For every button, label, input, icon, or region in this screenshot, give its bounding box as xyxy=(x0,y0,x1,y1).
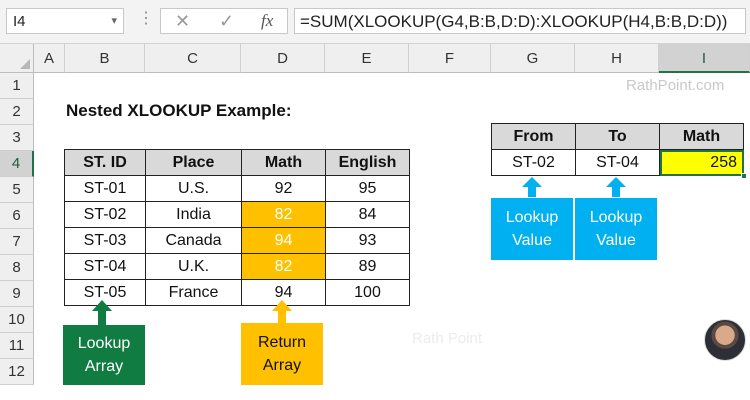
table-header-row: ST. ID Place Math English xyxy=(64,149,410,176)
column-header-d[interactable]: D xyxy=(241,44,325,73)
table-row: ST-05 France 94 100 xyxy=(64,279,410,306)
select-all-icon xyxy=(20,59,30,69)
enter-icon[interactable]: ✓ xyxy=(219,11,234,32)
cancel-icon[interactable]: ✕ xyxy=(175,11,190,32)
up-arrow-icon xyxy=(92,300,112,326)
row-header-6[interactable]: 6 xyxy=(0,203,34,229)
column-header-e[interactable]: E xyxy=(325,44,409,73)
header-lookup-math[interactable]: Math xyxy=(659,123,744,150)
row-header-10[interactable]: 10 xyxy=(0,307,34,333)
cell-to[interactable]: ST-04 xyxy=(575,149,660,176)
cell-math[interactable]: 92 xyxy=(241,175,326,202)
student-table: ST. ID Place Math English ST-01 U.S. 92 … xyxy=(64,149,410,306)
callout-line: Lookup xyxy=(589,209,643,226)
row-header-1[interactable]: 1 xyxy=(0,73,34,99)
row-header-11[interactable]: 11 xyxy=(0,333,34,359)
callout-lookup-array: Lookup Array xyxy=(63,325,145,385)
cell-id[interactable]: ST-03 xyxy=(64,227,146,254)
formula-input[interactable]: =SUM(XLOOKUP(G4,B:B,D:D):XLOOKUP(H4,B:B,… xyxy=(294,8,746,34)
row-header-3[interactable]: 3 xyxy=(0,125,34,151)
column-header-h[interactable]: H xyxy=(575,44,659,73)
cell-place[interactable]: U.S. xyxy=(145,175,242,202)
column-header-i[interactable]: I xyxy=(659,44,750,73)
cell-place[interactable]: India xyxy=(145,201,242,228)
row-header-12[interactable]: 12 xyxy=(0,359,34,385)
up-arrow-icon xyxy=(522,177,542,197)
lookup-header-row: From To Math xyxy=(491,123,744,150)
header-math[interactable]: Math xyxy=(241,149,326,176)
more-options-icon[interactable]: ⋮ xyxy=(138,8,154,28)
column-header-b[interactable]: B xyxy=(65,44,145,73)
callout-line: Lookup xyxy=(505,209,559,226)
column-header-f[interactable]: F xyxy=(409,44,491,73)
insert-function-icon[interactable]: fx xyxy=(261,11,273,31)
callout-line: Value xyxy=(596,232,636,249)
header-english[interactable]: English xyxy=(325,149,410,176)
result-value: 258 xyxy=(710,153,737,171)
header-place[interactable]: Place xyxy=(145,149,242,176)
lookup-table: From To Math ST-02 ST-04 258 xyxy=(491,123,747,179)
name-box-value: I4 xyxy=(13,13,26,30)
callout-lookup-value-from: Lookup Value xyxy=(491,198,573,260)
cell-english[interactable]: 100 xyxy=(325,279,410,306)
column-header-g[interactable]: G xyxy=(491,44,575,73)
header-st-id[interactable]: ST. ID xyxy=(64,149,146,176)
up-arrow-icon xyxy=(606,177,626,197)
row-header-7[interactable]: 7 xyxy=(0,229,34,255)
cell-math-highlighted[interactable]: 82 xyxy=(241,201,326,228)
cell-math-highlighted[interactable]: 82 xyxy=(241,253,326,280)
cell-place[interactable]: U.K. xyxy=(145,253,242,280)
chevron-down-icon[interactable]: ▾ xyxy=(111,14,117,27)
table-row: ST-01 U.S. 92 95 xyxy=(64,175,410,202)
column-header-c[interactable]: C xyxy=(145,44,241,73)
cell-english[interactable]: 95 xyxy=(325,175,410,202)
table-row: ST-03 Canada 94 93 xyxy=(64,227,410,254)
cell-id[interactable]: ST-01 xyxy=(64,175,146,202)
callout-return-array: Return Array xyxy=(241,323,323,385)
header-to[interactable]: To xyxy=(575,123,660,150)
row-header-8[interactable]: 8 xyxy=(0,255,34,281)
name-box[interactable]: I4 ▾ xyxy=(6,8,124,34)
cell-place[interactable]: Canada xyxy=(145,227,242,254)
cell-place[interactable]: France xyxy=(145,279,242,306)
callout-line: Return xyxy=(257,334,307,351)
row-header-5[interactable]: 5 xyxy=(0,177,34,203)
column-header-a[interactable]: A xyxy=(34,44,65,73)
callout-lookup-value-to: Lookup Value xyxy=(575,198,657,260)
formula-bar: I4 ▾ ⋮ ✕ ✓ fx =SUM(XLOOKUP(G4,B:B,D:D):X… xyxy=(0,0,750,44)
header-from[interactable]: From xyxy=(491,123,576,150)
callout-line: Lookup xyxy=(77,335,131,352)
sheet-title: Nested XLOOKUP Example: xyxy=(66,101,292,120)
callout-line: Value xyxy=(512,232,552,249)
select-all-button[interactable] xyxy=(0,44,34,73)
cell-id[interactable]: ST-02 xyxy=(64,201,146,228)
watermark-faint: Rath Point xyxy=(412,330,483,347)
cell-math-highlighted[interactable]: 94 xyxy=(241,227,326,254)
cell-english[interactable]: 89 xyxy=(325,253,410,280)
cell-from[interactable]: ST-02 xyxy=(491,149,576,176)
fill-handle[interactable] xyxy=(741,173,747,179)
row-header-4[interactable]: 4 xyxy=(0,151,34,177)
row-header-9[interactable]: 9 xyxy=(0,281,34,307)
callout-line: Array xyxy=(84,358,124,375)
row-header-2[interactable]: 2 xyxy=(0,99,34,125)
watermark: RathPoint.com xyxy=(626,77,725,94)
result-cell[interactable]: 258 xyxy=(659,149,747,179)
table-row: ST-02 India 82 84 xyxy=(64,201,410,228)
cell-english[interactable]: 84 xyxy=(325,201,410,228)
lookup-row: ST-02 ST-04 258 xyxy=(491,149,747,179)
avatar xyxy=(704,319,746,361)
formula-buttons: ✕ ✓ fx xyxy=(160,8,288,34)
callout-line: Array xyxy=(262,357,302,374)
cell-english[interactable]: 93 xyxy=(325,227,410,254)
cell-id[interactable]: ST-04 xyxy=(64,253,146,280)
table-row: ST-04 U.K. 82 89 xyxy=(64,253,410,280)
